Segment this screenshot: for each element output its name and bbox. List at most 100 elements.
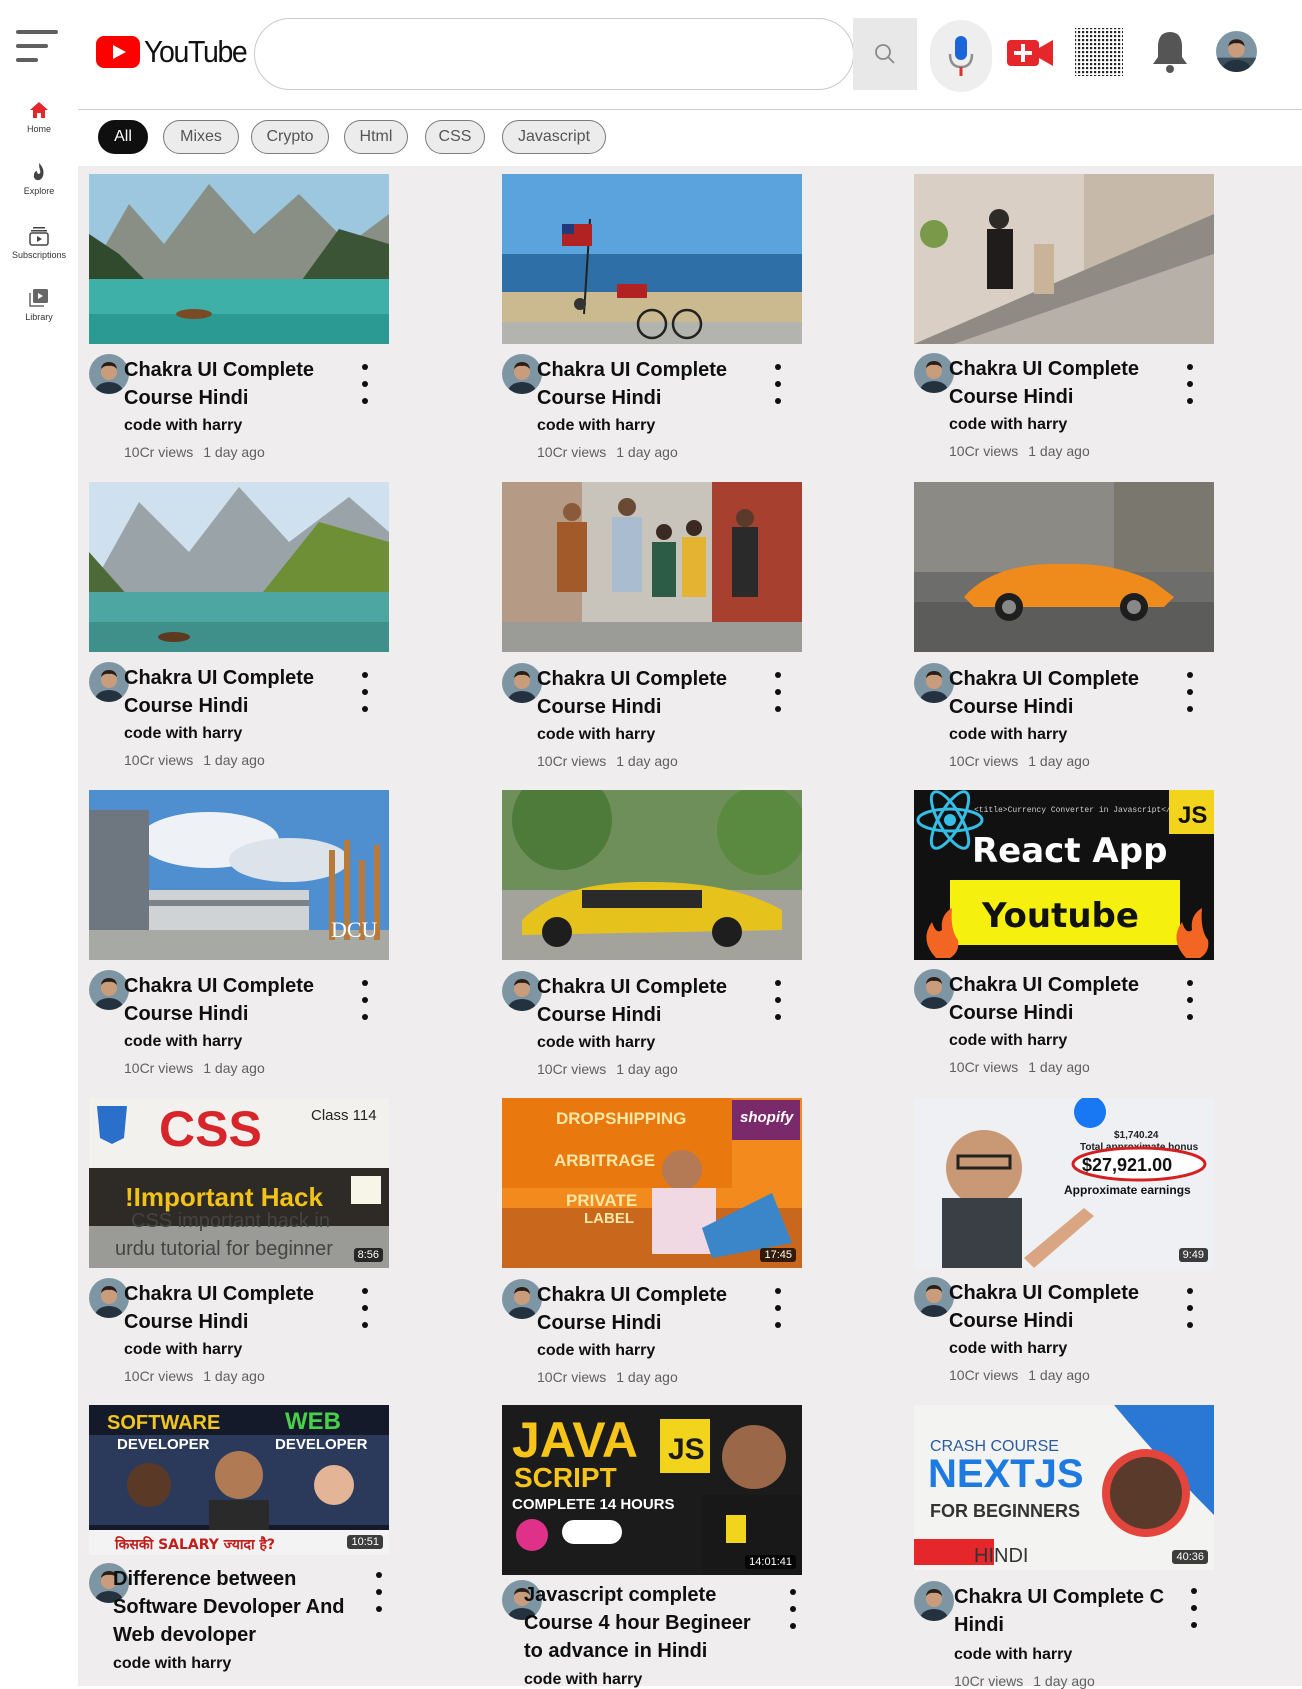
more-options-icon[interactable] xyxy=(768,672,788,720)
chip-crypto[interactable]: Crypto xyxy=(251,120,329,154)
menu-icon[interactable] xyxy=(16,30,62,64)
upload-age: 1 day ago xyxy=(203,1060,265,1076)
video-title[interactable]: Chakra UI Complete Course Hindi xyxy=(949,665,1159,721)
video-thumbnail[interactable]: CSS Class 114 !Important Hack CSS import… xyxy=(89,1098,389,1268)
apps-button[interactable] xyxy=(1073,24,1125,80)
video-title[interactable]: Chakra UI Complete C Hindi xyxy=(954,1583,1169,1639)
video-thumbnail[interactable]: CRASH COURSE NEXTJS FOR BEGINNERS HINDI … xyxy=(914,1405,1214,1570)
sidebar-item-home[interactable]: Home xyxy=(0,98,78,154)
channel-name[interactable]: code with harry xyxy=(954,1646,1072,1664)
channel-avatar[interactable] xyxy=(914,969,954,1009)
more-options-icon[interactable] xyxy=(768,1288,788,1336)
video-title[interactable]: Chakra UI Complete Course Hindi xyxy=(537,665,747,721)
video-title[interactable]: Chakra UI Complete Course Hindi xyxy=(537,1281,747,1337)
view-count: 10Cr views xyxy=(537,444,607,460)
channel-name[interactable]: code with harry xyxy=(124,1033,242,1051)
video-title[interactable]: Chakra UI Complete Course Hindi xyxy=(124,664,334,720)
create-video-button[interactable] xyxy=(1004,24,1056,80)
more-options-icon[interactable] xyxy=(369,1572,389,1620)
view-count: 10Cr views xyxy=(124,1060,194,1076)
video-thumbnail[interactable] xyxy=(502,174,802,344)
channel-avatar[interactable] xyxy=(89,970,129,1010)
sidebar-item-explore[interactable]: Explore xyxy=(0,160,78,216)
more-options-icon[interactable] xyxy=(768,364,788,412)
video-title[interactable]: Chakra UI Complete Course Hindi xyxy=(124,1280,334,1336)
channel-avatar[interactable] xyxy=(502,1279,542,1319)
channel-name[interactable]: code with harry xyxy=(524,1671,642,1689)
channel-name[interactable]: code with harry xyxy=(949,416,1067,434)
more-options-icon[interactable] xyxy=(1180,1288,1200,1336)
video-thumbnail[interactable] xyxy=(89,482,389,652)
video-title[interactable]: Chakra UI Complete Course Hindi xyxy=(949,355,1159,411)
chip-all[interactable]: All xyxy=(98,120,148,154)
channel-avatar[interactable] xyxy=(914,1581,954,1621)
channel-name[interactable]: code with harry xyxy=(124,417,242,435)
more-options-icon[interactable] xyxy=(355,672,375,720)
video-thumbnail[interactable]: JAVA SCRIPT JS COMPLETE 14 HOURS 14:01:4… xyxy=(502,1405,802,1575)
sidebar-item-library[interactable]: Library xyxy=(0,286,78,342)
channel-name[interactable]: code with harry xyxy=(949,1032,1067,1050)
video-title[interactable]: Chakra UI Complete Course Hindi xyxy=(537,973,747,1029)
channel-avatar[interactable] xyxy=(914,353,954,393)
search-button[interactable] xyxy=(853,18,917,90)
channel-avatar[interactable] xyxy=(89,1278,129,1318)
more-options-icon[interactable] xyxy=(783,1589,803,1637)
chip-javascript[interactable]: Javascript xyxy=(502,120,606,154)
video-title[interactable]: Chakra UI Complete Course Hindi xyxy=(124,356,334,412)
video-title[interactable]: Chakra UI Complete Course Hindi xyxy=(537,356,747,412)
video-title[interactable]: Chakra UI Complete Course Hindi xyxy=(124,972,334,1028)
notifications-button[interactable] xyxy=(1144,24,1196,80)
video-thumbnail[interactable] xyxy=(89,174,389,344)
channel-name[interactable]: code with harry xyxy=(537,1342,655,1360)
thumbnail-code-text: <title>Currency Converter in Javascript<… xyxy=(974,806,1200,815)
channel-name[interactable]: code with harry xyxy=(124,1341,242,1359)
video-thumbnail[interactable]: <title>Currency Converter in Javascript<… xyxy=(914,790,1214,960)
channel-avatar[interactable] xyxy=(89,662,129,702)
channel-avatar[interactable] xyxy=(502,354,542,394)
video-thumbnail[interactable] xyxy=(914,482,1214,652)
video-thumbnail[interactable] xyxy=(914,174,1214,344)
youtube-logo[interactable]: YouTube xyxy=(96,34,255,70)
user-avatar[interactable] xyxy=(1216,31,1257,72)
video-thumbnail[interactable]: $1,740.24 Total approximate bonus $27,92… xyxy=(914,1098,1214,1268)
channel-name[interactable]: code with harry xyxy=(949,726,1067,744)
more-options-icon[interactable] xyxy=(355,364,375,412)
more-options-icon[interactable] xyxy=(768,980,788,1028)
more-options-icon[interactable] xyxy=(1180,672,1200,720)
channel-avatar[interactable] xyxy=(502,971,542,1011)
channel-name[interactable]: code with harry xyxy=(113,1655,231,1673)
thumbnail-text-2: Approximate earnings xyxy=(1064,1183,1191,1197)
channel-avatar[interactable] xyxy=(914,663,954,703)
video-title[interactable]: Difference between Software Devoloper An… xyxy=(113,1565,358,1649)
video-title[interactable]: Chakra UI Complete Course Hindi xyxy=(949,971,1159,1027)
channel-name[interactable]: code with harry xyxy=(537,1034,655,1052)
chip-mixes[interactable]: Mixes xyxy=(163,120,239,154)
microphone-icon xyxy=(948,36,974,76)
channel-avatar[interactable] xyxy=(914,1277,954,1317)
video-thumbnail[interactable]: DCU xyxy=(89,790,389,960)
video-thumbnail[interactable] xyxy=(502,482,802,652)
channel-name[interactable]: code with harry xyxy=(949,1340,1067,1358)
chip-html[interactable]: Html xyxy=(344,120,408,154)
upload-age: 1 day ago xyxy=(203,1368,265,1384)
thumbnail-text-3: PRIVATE xyxy=(566,1191,637,1210)
search-input[interactable] xyxy=(254,18,854,90)
video-thumbnail[interactable] xyxy=(502,790,802,960)
channel-name[interactable]: code with harry xyxy=(537,726,655,744)
video-thumbnail[interactable]: SOFTWARE WEB DEVELOPER DEVELOPER किसकी S… xyxy=(89,1405,389,1555)
voice-search-button[interactable] xyxy=(930,20,992,92)
video-title[interactable]: Javascript complete Course 4 hour Begine… xyxy=(524,1581,769,1665)
more-options-icon[interactable] xyxy=(1180,364,1200,412)
chip-css[interactable]: CSS xyxy=(425,120,485,154)
channel-name[interactable]: code with harry xyxy=(537,417,655,435)
channel-avatar[interactable] xyxy=(89,354,129,394)
more-options-icon[interactable] xyxy=(1180,980,1200,1028)
channel-name[interactable]: code with harry xyxy=(124,725,242,743)
video-thumbnail[interactable]: DROPSHIPPING ARBITRAGE PRIVATE LABEL sho… xyxy=(502,1098,802,1268)
more-options-icon[interactable] xyxy=(355,980,375,1028)
more-options-icon[interactable] xyxy=(1184,1588,1204,1636)
more-options-icon[interactable] xyxy=(355,1288,375,1336)
video-title[interactable]: Chakra UI Complete Course Hindi xyxy=(949,1279,1159,1335)
channel-avatar[interactable] xyxy=(502,663,542,703)
sidebar-item-subscriptions[interactable]: Subscriptions xyxy=(0,224,78,280)
